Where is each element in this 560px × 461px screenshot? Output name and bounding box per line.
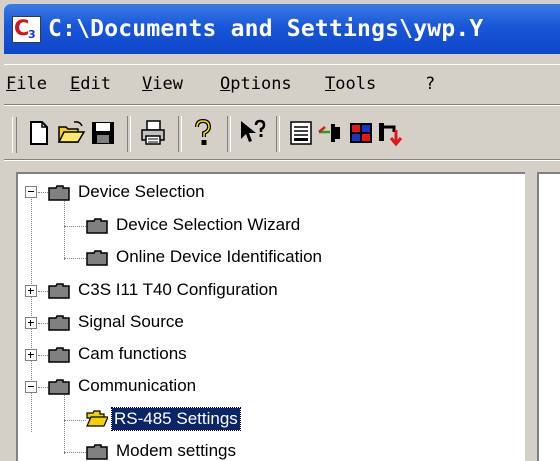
toolbar-separator <box>276 116 280 152</box>
tree-node-label: Online Device Identification <box>116 247 323 266</box>
menu-top-edge <box>4 64 560 65</box>
expand-icon[interactable] <box>25 349 37 361</box>
tree-node-label: C3S I11 T40 Configuration <box>78 280 278 299</box>
tree-node-device-selection-wizard[interactable]: Device Selection Wizard <box>18 211 468 241</box>
tree-node-label: RS-485 Settings <box>111 407 241 431</box>
tree-node-cam-functions[interactable]: Cam functions <box>18 340 418 370</box>
tree-view[interactable]: Device Selection Device Selection Wizard… <box>16 172 525 461</box>
folder-icon <box>48 282 70 299</box>
app-icon[interactable]: C 3 <box>12 16 41 43</box>
help-icon[interactable] <box>188 118 218 148</box>
tree-node-label: Cam functions <box>78 344 187 363</box>
collapse-icon[interactable] <box>25 381 37 393</box>
menu-edit[interactable]: Edit <box>70 74 111 94</box>
menu-options[interactable]: Options <box>220 74 292 94</box>
tree-node-communication[interactable]: Communication <box>18 372 418 402</box>
folder-icon <box>48 378 70 395</box>
detail-pane[interactable] <box>537 172 560 461</box>
transfer-icon[interactable] <box>376 118 406 148</box>
toolbar-separator <box>227 116 231 152</box>
toolbar <box>4 108 560 158</box>
expand-icon[interactable] <box>25 317 37 329</box>
application-window: C 3 C:\Documents and Settings\ywp.Y File… <box>0 0 560 461</box>
print-icon[interactable] <box>138 118 168 148</box>
tree-node-label: Communication <box>78 376 197 395</box>
toolbar-top-edge-light <box>4 105 560 106</box>
device-icon[interactable] <box>346 118 376 148</box>
expand-icon[interactable] <box>25 285 37 297</box>
toolbar-separator <box>127 116 131 152</box>
context-help-icon[interactable] <box>238 118 268 148</box>
tree-node-device-selection[interactable]: Device Selection <box>18 178 418 208</box>
terminal-icon[interactable] <box>286 118 316 148</box>
tree-node-label: Device Selection <box>78 182 205 201</box>
window-title: C:\Documents and Settings\ywp.Y <box>48 16 484 42</box>
folder-icon <box>48 346 70 363</box>
folder-icon <box>86 443 108 460</box>
collapse-icon[interactable] <box>25 186 37 198</box>
tree-node-online-device-identification[interactable]: Online Device Identification <box>18 243 498 273</box>
new-icon[interactable] <box>24 118 54 148</box>
save-icon[interactable] <box>88 118 118 148</box>
tree-node-rs485-settings[interactable]: RS-485 Settings <box>18 405 418 435</box>
tree-node-signal-source[interactable]: Signal Source <box>18 308 418 338</box>
tree-node-label: Modem settings <box>116 441 236 460</box>
menu-view[interactable]: View <box>142 74 183 94</box>
open-icon[interactable] <box>56 118 86 148</box>
folder-icon <box>48 314 70 331</box>
menu-tools[interactable]: Tools <box>325 74 376 94</box>
menu-help[interactable]: ? <box>425 74 435 94</box>
tree-node-label: Device Selection Wizard <box>116 215 301 234</box>
menu-bar: File Edit View Options Tools ? <box>4 67 560 103</box>
toolbar-grip[interactable] <box>12 117 17 153</box>
folder-icon <box>48 184 70 201</box>
connect-icon[interactable] <box>316 118 346 148</box>
menu-file[interactable]: File <box>6 74 47 94</box>
toolbar-bottom-edge-light <box>4 160 560 161</box>
title-bar[interactable]: C 3 C:\Documents and Settings\ywp.Y <box>4 4 560 54</box>
tree-node-modem-settings[interactable]: Modem settings <box>18 437 418 461</box>
folder-icon <box>86 249 108 266</box>
open-folder-icon <box>86 410 108 427</box>
app-icon-number: 3 <box>28 28 36 41</box>
tree-node-c3s-configuration[interactable]: C3S I11 T40 Configuration <box>18 276 468 306</box>
folder-icon <box>86 217 108 234</box>
toolbar-separator <box>178 116 182 152</box>
tree-node-label: Signal Source <box>78 312 184 331</box>
